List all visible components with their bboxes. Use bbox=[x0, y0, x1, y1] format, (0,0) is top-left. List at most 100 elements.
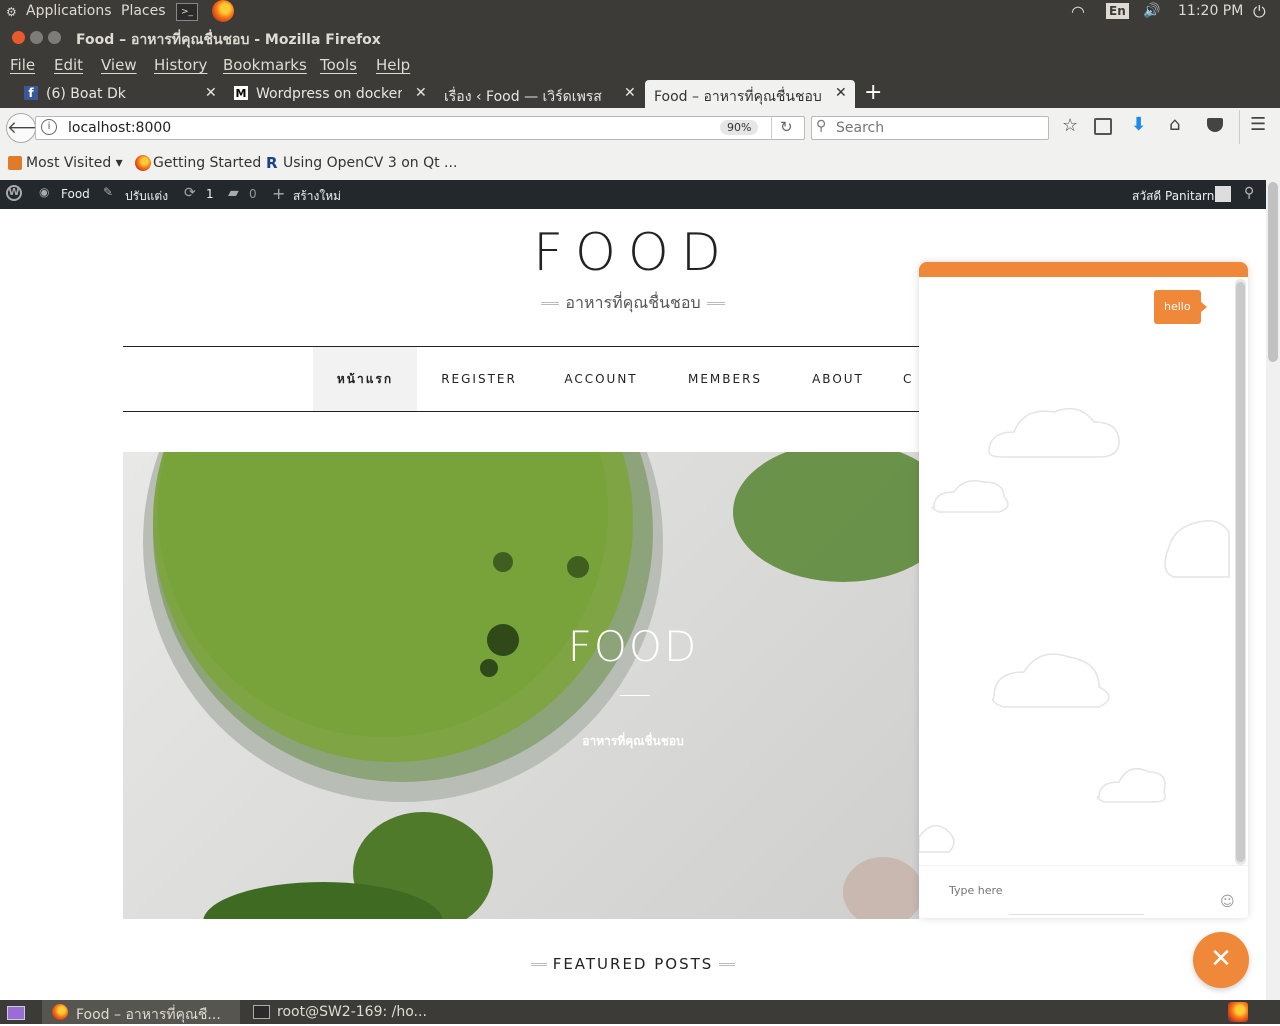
taskbar-label: Food – อาหารที่คุณชื... bbox=[76, 1007, 221, 1023]
taskbar-terminal[interactable]: root@SW2-169: /ho... bbox=[245, 1000, 435, 1024]
menu-help[interactable]: Help bbox=[376, 56, 410, 74]
medium-icon: M bbox=[234, 86, 248, 100]
firefox-tray-icon[interactable] bbox=[1228, 1002, 1248, 1022]
menu-bookmarks[interactable]: Bookmarks bbox=[223, 56, 307, 74]
hamburger-menu-icon[interactable]: ☰ bbox=[1250, 114, 1266, 135]
hero-image[interactable]: FOOD อาหารที่คุณชื่นชอบ bbox=[123, 452, 919, 919]
zoom-indicator[interactable]: 90% bbox=[720, 120, 759, 135]
chat-scrollbar-thumb[interactable] bbox=[1236, 282, 1245, 862]
close-tab-icon[interactable]: ✕ bbox=[624, 85, 636, 101]
close-tab-icon[interactable]: ✕ bbox=[205, 85, 217, 101]
reading-list-icon[interactable] bbox=[1094, 118, 1112, 135]
chat-close-button[interactable]: ✕ bbox=[1193, 932, 1249, 988]
bookmark-most-visited[interactable]: Most Visited ▾ bbox=[26, 155, 123, 171]
admin-site-link[interactable]: Food bbox=[61, 187, 90, 201]
admin-search-icon[interactable]: ⚲ bbox=[1244, 185, 1254, 201]
divider bbox=[620, 695, 650, 696]
url-bar[interactable]: i localhost:8000 90% ↻ bbox=[35, 116, 805, 140]
tab-medium[interactable]: M Wordpress on docker · ✕ bbox=[230, 80, 435, 108]
firefox-launcher-icon[interactable] bbox=[212, 0, 234, 22]
applications-menu[interactable]: Applications bbox=[26, 3, 112, 19]
menu-file[interactable]: File bbox=[10, 56, 35, 74]
tab-wp-admin[interactable]: เรื่อง ‹ Food — เวิร์ดเพรส ✕ bbox=[440, 80, 640, 108]
chat-message-bubble: hello bbox=[1154, 290, 1207, 324]
tab-bar: f (6) Boat Dk ✕ M Wordpress on docker · … bbox=[0, 78, 1280, 108]
site-info-icon[interactable]: i bbox=[41, 119, 57, 135]
updates-icon[interactable]: ⟳ bbox=[184, 185, 196, 201]
tab-label: Food – อาหารที่คุณชื่นชอบ bbox=[654, 89, 822, 105]
divider bbox=[706, 302, 725, 305]
downloads-icon[interactable]: ⬇ bbox=[1131, 114, 1146, 135]
tab-facebook[interactable]: f (6) Boat Dk ✕ bbox=[20, 80, 225, 108]
system-settings-icon[interactable]: ⏻ bbox=[1253, 2, 1266, 22]
close-tab-icon[interactable]: ✕ bbox=[415, 85, 427, 101]
bookmark-star-icon[interactable]: ☆ bbox=[1062, 115, 1078, 136]
bookmark-opencv[interactable]: Using OpenCV 3 on Qt ... bbox=[283, 155, 457, 171]
main-navigation: หน้าแรก REGISTER ACCOUNT MEMBERS ABOUT C bbox=[123, 346, 919, 412]
firefox-icon bbox=[135, 155, 151, 171]
terminal-launcher-icon[interactable]: >_ bbox=[176, 3, 198, 21]
maximize-window-button[interactable] bbox=[48, 31, 61, 44]
tab-label: (6) Boat Dk bbox=[46, 86, 126, 102]
bookmark-getting-started[interactable]: Getting Started bbox=[153, 155, 261, 171]
menu-tools[interactable]: Tools bbox=[320, 56, 357, 74]
taskbar-firefox[interactable]: Food – อาหารที่คุณชื... bbox=[42, 1000, 240, 1024]
nav-contact-truncated[interactable]: C bbox=[903, 347, 919, 411]
nav-about[interactable]: ABOUT bbox=[788, 347, 888, 411]
bottom-taskbar: Food – อาหารที่คุณชื... root@SW2-169: /h… bbox=[0, 1000, 1280, 1024]
chat-message-input[interactable] bbox=[947, 883, 1181, 898]
show-desktop-icon[interactable] bbox=[7, 1006, 25, 1020]
close-tab-icon[interactable]: ✕ bbox=[835, 85, 847, 101]
reload-icon[interactable]: ↻ bbox=[780, 118, 793, 136]
chat-widget: hello ☺ bbox=[919, 262, 1248, 918]
url-text[interactable]: localhost:8000 bbox=[68, 120, 171, 136]
tab-label: เรื่อง ‹ Food — เวิร์ดเพรส bbox=[444, 89, 602, 105]
wifi-icon[interactable]: ◠ bbox=[1071, 2, 1085, 21]
r-icon: R bbox=[266, 154, 278, 172]
chat-header bbox=[919, 262, 1248, 277]
search-input[interactable] bbox=[834, 119, 1038, 137]
nav-account[interactable]: ACCOUNT bbox=[551, 347, 651, 411]
nav-register[interactable]: REGISTER bbox=[429, 347, 529, 411]
menu-edit[interactable]: Edit bbox=[54, 56, 83, 74]
places-menu[interactable]: Places bbox=[121, 3, 166, 19]
admin-greeting[interactable]: สวัสดี Panitarn bbox=[1132, 187, 1214, 206]
comments-count: 0 bbox=[249, 187, 257, 201]
volume-icon[interactable]: 🔊 bbox=[1143, 3, 1160, 19]
minimize-window-button[interactable] bbox=[30, 31, 43, 44]
divider bbox=[530, 963, 547, 966]
tagline-text: อาหารที่คุณชื่นชอบ bbox=[565, 293, 701, 312]
window-title: Food – อาหารที่คุณชื่นชอบ - Mozilla Fire… bbox=[76, 32, 381, 48]
ubuntu-logo-icon: ⚙ bbox=[6, 5, 17, 19]
taskbar-label: root@SW2-169: /ho... bbox=[277, 1004, 427, 1020]
updates-count: 1 bbox=[206, 187, 214, 201]
plus-icon: + bbox=[272, 184, 286, 203]
avatar[interactable] bbox=[1215, 186, 1231, 202]
nav-members[interactable]: MEMBERS bbox=[675, 347, 775, 411]
featured-posts-heading: FEATURED POSTS bbox=[0, 955, 1266, 973]
keyboard-layout-indicator[interactable]: En bbox=[1106, 3, 1129, 19]
comments-icon[interactable]: ▰ bbox=[228, 185, 239, 201]
firefox-icon bbox=[52, 1004, 68, 1020]
new-tab-icon[interactable]: + bbox=[864, 80, 882, 105]
nav-home[interactable]: หน้าแรก bbox=[313, 347, 417, 411]
admin-customize-link[interactable]: ปรับแต่ง bbox=[125, 187, 168, 206]
divider bbox=[1009, 914, 1144, 915]
menubar: File Edit View History Bookmarks Tools H… bbox=[0, 51, 1280, 78]
home-icon[interactable]: ⌂ bbox=[1169, 114, 1180, 135]
menu-history[interactable]: History bbox=[154, 56, 207, 74]
search-bar[interactable]: ⚲ bbox=[811, 116, 1049, 140]
terminal-icon bbox=[253, 1005, 270, 1019]
admin-new-link[interactable]: สร้างใหม่ bbox=[293, 187, 341, 206]
menu-view[interactable]: View bbox=[101, 56, 137, 74]
wp-admin-bar: W ◉ Food ✎ ปรับแต่ง ⟳ 1 ▰ 0 + สร้างใหม่ … bbox=[0, 180, 1266, 209]
smoothie-photo bbox=[143, 452, 919, 919]
wordpress-logo-icon[interactable]: W bbox=[6, 185, 22, 201]
dashboard-icon: ◉ bbox=[39, 185, 50, 199]
emoji-icon[interactable]: ☺ bbox=[1220, 894, 1235, 910]
back-arrow-icon[interactable]: 🡐 bbox=[6, 113, 53, 143]
page-scrollbar-thumb[interactable] bbox=[1268, 182, 1278, 362]
clock[interactable]: 11:20 PM bbox=[1178, 3, 1243, 19]
close-window-button[interactable] bbox=[12, 31, 25, 44]
tab-food-active[interactable]: Food – อาหารที่คุณชื่นชอบ ✕ bbox=[645, 80, 855, 108]
